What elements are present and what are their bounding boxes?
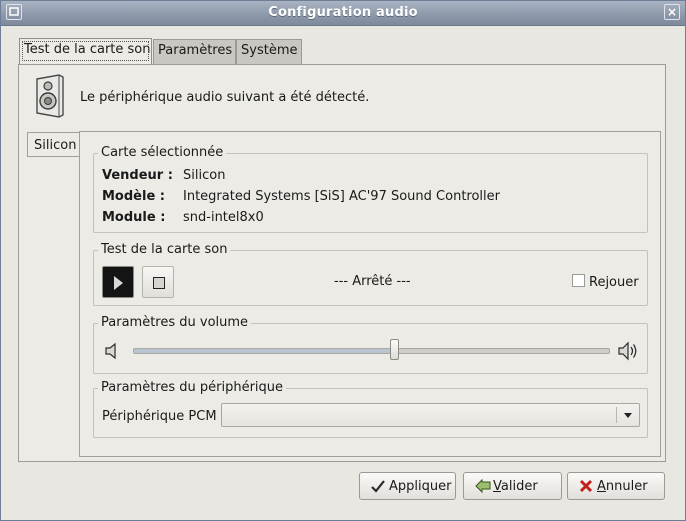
volume-slider-fill [134,349,395,353]
detected-message: Le périphérique audio suivant a été déte… [80,90,370,105]
group-legend: Paramètres du volume [98,315,252,330]
audio-config-window: Configuration audio × Test de la carte s… [0,0,686,521]
volume-high-icon [618,340,640,362]
stop-button[interactable] [142,266,174,298]
tab-parametres[interactable]: Paramètres [153,39,236,64]
window-title: Configuration audio [268,5,418,20]
module-key: Module : [102,210,166,225]
cancel-label: Annuler [597,479,648,494]
cancel-x-icon [578,478,594,494]
speaker-device-icon [33,73,67,119]
tab-systeme[interactable]: Système [236,39,302,64]
apply-button[interactable]: Appliquer [359,472,456,500]
model-key: Modèle : [102,189,165,204]
group-legend: Paramètres du périphérique [98,380,287,395]
close-icon[interactable]: × [664,4,680,20]
cancel-button[interactable]: Annuler [567,472,665,500]
apply-label: Appliquer [389,479,452,494]
group-legend: Carte sélectionnée [98,145,227,160]
pcm-device-label: Périphérique PCM [102,409,217,424]
arrow-apply-icon [474,478,491,494]
replay-checkbox[interactable]: Rejouer [572,274,639,290]
card-panel: Carte sélectionnée Vendeur : Silicon Modè… [79,131,661,457]
vendor-row: Vendeur : Silicon [102,168,225,183]
tab-card-silicon[interactable]: Silicon [27,132,80,157]
play-button[interactable] [102,266,134,298]
replay-checkbox-box[interactable] [572,274,585,287]
volume-slider-track[interactable] [133,348,610,354]
tab-test-carte-son[interactable]: Test de la carte son [19,38,152,65]
module-row: Module : snd-intel8x0 [102,210,264,225]
model-value: Integrated Systems [SiS] AC'97 Sound Con… [183,189,500,204]
combo-separator [616,407,617,423]
replay-label[interactable]: Rejouer [589,275,639,290]
pcm-device-select[interactable] [221,403,640,427]
volume-slider-handle[interactable] [390,339,399,360]
module-value: snd-intel8x0 [183,210,264,225]
sound-test-group: Test de la carte son --- Arrêté --- Rejo… [93,242,648,306]
playback-status: --- Arrêté --- [334,274,411,289]
volume-group: Paramètres du volume [93,315,648,374]
selected-card-group: Carte sélectionnée Vendeur : Silicon Modè… [93,145,648,233]
ok-button[interactable]: Valider [463,472,562,500]
check-icon [370,478,386,494]
device-group: Paramètres du périphérique Périphérique … [93,380,648,438]
ok-label: Valider [493,479,538,494]
chevron-down-icon[interactable] [624,413,632,418]
tab-panel: Le périphérique audio suivant a été déte… [18,64,666,462]
vendor-value: Silicon [183,168,226,183]
title-bar[interactable]: Configuration audio × [1,1,685,26]
vendor-key: Vendeur : [102,168,173,183]
volume-low-icon [104,342,120,360]
model-row: Modèle : Integrated Systems [SiS] AC'97 S… [102,189,500,204]
group-legend: Test de la carte son [98,242,231,257]
